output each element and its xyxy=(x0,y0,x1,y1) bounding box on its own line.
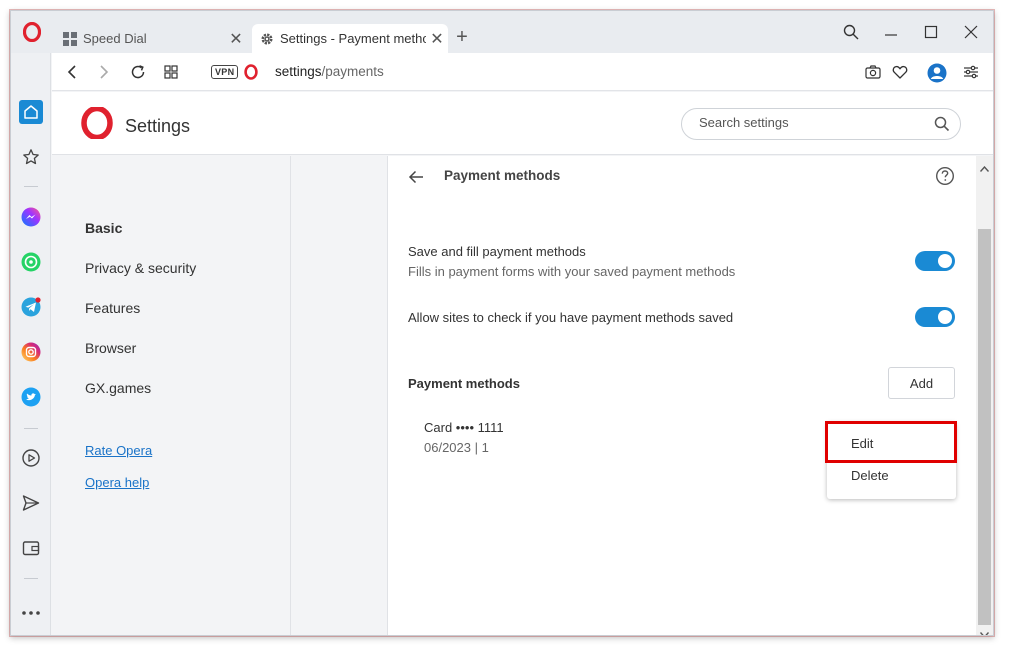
rate-opera-link[interactable]: Rate Opera xyxy=(85,443,152,458)
home-icon[interactable] xyxy=(19,100,43,124)
whatsapp-icon[interactable] xyxy=(19,250,43,274)
search-settings-input[interactable] xyxy=(699,115,919,130)
browser-window: Speed Dial ✕ Settings - Payment methods … xyxy=(10,10,994,636)
tab-title: Settings - Payment methods xyxy=(280,31,426,46)
content-margin xyxy=(292,156,387,635)
scroll-up-arrow-icon[interactable] xyxy=(979,159,990,177)
menu-item-delete[interactable]: Delete xyxy=(851,468,889,483)
settings-header: Settings xyxy=(52,92,993,155)
opera-menu-icon[interactable] xyxy=(21,21,43,43)
camera-icon[interactable] xyxy=(863,62,883,82)
send-icon[interactable] xyxy=(19,491,43,515)
messenger-icon[interactable] xyxy=(19,205,43,229)
search-settings-box[interactable] xyxy=(681,108,961,140)
tab-bar: Speed Dial ✕ Settings - Payment methods … xyxy=(11,11,993,53)
allow-sites-check-title: Allow sites to check if you have payment… xyxy=(408,310,734,325)
card-expiry: 06/2023 | 1 xyxy=(424,440,489,455)
reload-icon[interactable] xyxy=(128,62,148,82)
page-title: Payment methods xyxy=(444,168,561,183)
scroll-thumb[interactable] xyxy=(978,229,991,625)
scroll-down-arrow-icon[interactable] xyxy=(979,625,990,635)
gear-icon xyxy=(260,32,274,46)
opera-logo-icon xyxy=(81,105,113,144)
settings-nav: Basic Privacy & security Features Browse… xyxy=(52,156,291,635)
opera-sidebar xyxy=(11,53,51,635)
save-fill-title: Save and fill payment methods xyxy=(408,244,586,259)
tab-speed-dial[interactable]: Speed Dial ✕ xyxy=(55,24,247,53)
telegram-icon[interactable] xyxy=(19,295,43,319)
tab-title: Speed Dial xyxy=(83,31,147,46)
close-tab-icon[interactable]: ✕ xyxy=(426,29,448,49)
url-path: /payments xyxy=(321,64,384,79)
address-bar: VPN settings/payments xyxy=(52,53,993,91)
minimize-icon[interactable] xyxy=(881,22,901,42)
heart-icon[interactable] xyxy=(890,62,910,82)
account-avatar-icon[interactable] xyxy=(926,62,948,84)
tab-settings-payment[interactable]: Settings - Payment methods ✕ xyxy=(252,24,448,53)
search-icon[interactable] xyxy=(934,116,950,137)
payment-methods-section-title: Payment methods xyxy=(408,376,520,391)
save-fill-toggle[interactable] xyxy=(915,251,955,271)
payment-methods-panel: Payment methods Save and fill payment me… xyxy=(387,156,976,635)
url-host: settings xyxy=(275,64,322,79)
more-options-icon[interactable] xyxy=(19,601,43,625)
page-scrollbar[interactable] xyxy=(976,156,993,635)
maximize-icon[interactable] xyxy=(921,22,941,42)
speed-dial-icon xyxy=(63,31,77,46)
help-icon[interactable] xyxy=(935,166,955,191)
back-arrow-icon[interactable] xyxy=(406,167,426,187)
nav-item-basic[interactable]: Basic xyxy=(85,220,122,236)
sidebar-divider xyxy=(24,428,38,429)
close-tab-icon[interactable]: ✕ xyxy=(225,29,247,49)
search-tabs-icon[interactable] xyxy=(841,22,861,42)
add-payment-method-button[interactable]: Add xyxy=(888,367,955,399)
card-name: Card •••• 1111 xyxy=(424,420,504,435)
close-window-icon[interactable] xyxy=(961,22,981,42)
toggle-knob xyxy=(938,254,952,268)
forward-icon[interactable] xyxy=(94,62,114,82)
nav-item-features[interactable]: Features xyxy=(85,300,140,316)
wallet-icon[interactable] xyxy=(19,536,43,560)
toggle-knob xyxy=(938,310,952,324)
new-tab-icon[interactable]: + xyxy=(452,26,472,49)
sidebar-divider xyxy=(24,186,38,187)
bookmarks-star-icon[interactable] xyxy=(19,145,43,169)
settings-title: Settings xyxy=(125,116,191,136)
vpn-badge[interactable]: VPN xyxy=(211,65,239,79)
tabs-grid-icon[interactable] xyxy=(161,62,181,82)
easy-setup-icon[interactable] xyxy=(961,62,981,82)
edit-highlight-box xyxy=(825,421,957,463)
url-field[interactable]: settings/payments xyxy=(275,64,384,79)
save-fill-subtitle: Fills in payment forms with your saved p… xyxy=(408,264,736,279)
back-icon[interactable] xyxy=(62,62,82,82)
nav-item-privacy-security[interactable]: Privacy & security xyxy=(85,260,196,276)
opera-logo-icon xyxy=(241,62,261,82)
instagram-icon[interactable] xyxy=(19,340,43,364)
nav-item-gx-games[interactable]: GX.games xyxy=(85,380,151,396)
opera-help-link[interactable]: Opera help xyxy=(85,475,149,490)
allow-sites-check-toggle[interactable] xyxy=(915,307,955,327)
sidebar-divider xyxy=(24,578,38,579)
nav-item-browser[interactable]: Browser xyxy=(85,340,136,356)
player-icon[interactable] xyxy=(19,446,43,470)
twitter-icon[interactable] xyxy=(19,385,43,409)
